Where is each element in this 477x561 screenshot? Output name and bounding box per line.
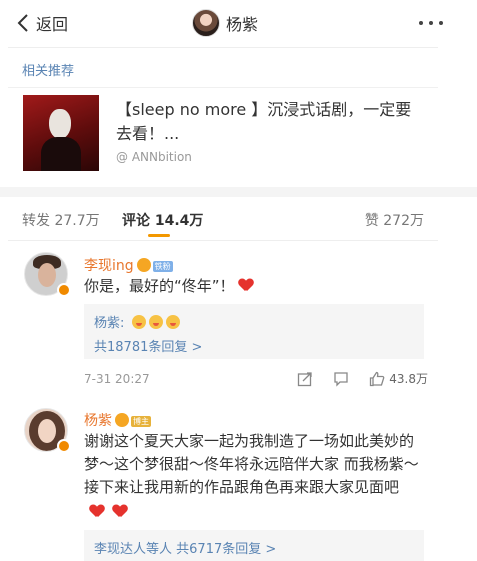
emoji-icon — [165, 315, 180, 329]
tab-like[interactable]: 赞 272万 — [365, 210, 424, 230]
top-bar: 返回 杨紫 — [0, 0, 477, 47]
comment-text: 谢谢这个夏天大家一起为我制造了一场如此美妙的梦～这个梦很甜～佟年将永远陪伴大家 … — [84, 432, 419, 496]
chevron-left-icon — [17, 14, 28, 32]
like-count: 43.8万 — [389, 372, 428, 386]
page-title: 杨紫 — [226, 15, 259, 34]
fan-smile-icon — [136, 258, 151, 272]
reply-preview: 李现达人等人 共6717条回复 > — [94, 542, 277, 557]
comment-time: 7-31 20:27 — [84, 372, 150, 386]
comment-meta: 7-31 20:27 43.8万 — [84, 370, 428, 390]
divider — [8, 87, 438, 88]
hearts — [86, 502, 127, 521]
back-label: 返回 — [36, 15, 69, 34]
tab-bar: 转发 27.7万 评论 14.4万 赞 272万 — [8, 197, 438, 241]
comment-actions: 43.8万 — [277, 370, 428, 387]
related-section: 相关推荐 【sleep no more 】沉浸式话剧，一定要去看！... @ A… — [8, 47, 438, 187]
avatar — [192, 9, 220, 37]
fan-smile-icon — [115, 413, 129, 427]
more-dots-icon[interactable] — [419, 21, 443, 25]
tab-comment[interactable]: 评论 14.4万 — [122, 210, 203, 230]
comment-icon[interactable] — [333, 371, 349, 387]
comment-username[interactable]: 李现ing 铁粉 — [84, 255, 173, 275]
related-title: 相关推荐 — [22, 64, 75, 79]
related-thumbnail[interactable] — [23, 95, 99, 171]
heart-icon — [90, 505, 104, 518]
comment-item: 杨紫 博主 谢谢这个夏天大家一起为我制造了一场如此美妙的梦～这个梦很甜～佟年将永远… — [8, 400, 438, 561]
fan-badge: 铁粉 — [152, 261, 173, 272]
share-icon[interactable] — [297, 371, 313, 387]
comment-username[interactable]: 杨紫 博主 — [84, 410, 151, 430]
comment-item: 李现ing 铁粉 你是，最好的“佟年”！ 杨紫: 共18781条回复 > 7-31… — [8, 242, 438, 400]
reply-count-link[interactable]: 共6717条回复 > — [176, 542, 276, 557]
reply-box[interactable]: 李现达人等人 共6717条回复 > — [84, 530, 424, 561]
verified-badge-icon — [57, 439, 71, 453]
related-text[interactable]: 【sleep no more 】沉浸式话剧，一定要去看！... — [116, 98, 416, 146]
thumbs-up-icon[interactable] — [369, 371, 385, 387]
related-source[interactable]: @ ANNbition — [116, 150, 192, 164]
verified-badge-icon — [57, 283, 71, 297]
reply-preview: 杨紫: — [94, 312, 180, 331]
header-user[interactable]: 杨紫 — [192, 9, 258, 37]
reply-box[interactable]: 杨紫: 共18781条回复 > — [84, 304, 424, 359]
reply-count-link[interactable]: 共18781条回复 > — [94, 336, 202, 355]
heart-icon — [239, 279, 253, 292]
tab-repost[interactable]: 转发 27.7万 — [22, 210, 100, 230]
back-button[interactable]: 返回 — [14, 10, 68, 36]
heart-icon — [113, 505, 127, 518]
emoji-icon — [148, 315, 163, 329]
section-gap — [0, 187, 477, 197]
emoji-icon — [131, 315, 146, 329]
author-badge: 博主 — [131, 416, 151, 427]
comment-text: 你是，最好的“佟年”！ — [84, 275, 424, 298]
tab-active-indicator — [148, 234, 170, 237]
